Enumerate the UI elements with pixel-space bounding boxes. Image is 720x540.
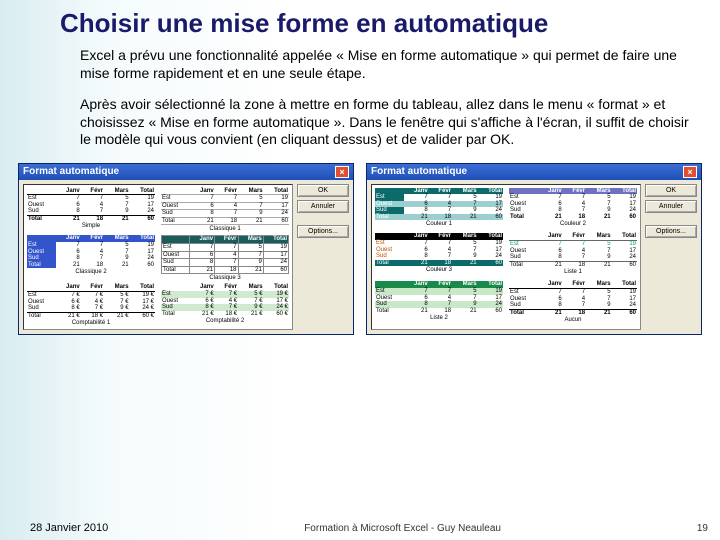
- sample-classic1[interactable]: JanvFévrMarsTotalEst77519Ouest64717Sud87…: [161, 188, 289, 233]
- sample-list1[interactable]: JanvFévrMarsTotalEst77519Ouest64717Sud87…: [509, 233, 637, 278]
- sample-color3[interactable]: JanvFévrMarsTotalEst77519Ouest64717Sud87…: [375, 233, 503, 278]
- sample-label: Couleur 1: [426, 221, 452, 227]
- footer: 28 Janvier 2010 Formation à Microsoft Ex…: [0, 522, 720, 534]
- sample-label: Liste 1: [564, 269, 582, 275]
- sample-simple[interactable]: JanvFévrMarsTotalEst77519Ouest64717Sud87…: [27, 188, 155, 233]
- dialog-title-text: Format automatique: [23, 166, 119, 177]
- sample-classic3[interactable]: JanvFévrMarsTotalEst77519Ouest64717Sud87…: [161, 235, 289, 281]
- sample-label: Comptabilité 1: [72, 320, 110, 326]
- page-title: Choisir une mise forme en automatique: [0, 0, 720, 43]
- paragraph-2: Après avoir sélectionné la zone à mettre…: [0, 92, 720, 149]
- button-column: OK Annuler Options...: [297, 184, 349, 331]
- dialog-right: Format automatique × JanvFévrMarsTotalEs…: [366, 163, 702, 336]
- sample-label: Liste 2: [430, 315, 448, 321]
- close-icon[interactable]: ×: [683, 166, 697, 178]
- sample-classic2[interactable]: JanvFévrMarsTotalEst77519Ouest64717Sud87…: [27, 235, 155, 281]
- sample-color2[interactable]: JanvFévrMarsTotalEst77519Ouest64717Sud87…: [509, 188, 637, 231]
- sample-label: Classique 1: [209, 226, 240, 232]
- footer-page: 19: [697, 523, 708, 534]
- button-column: OK Annuler Options...: [645, 184, 697, 331]
- format-grid-left[interactable]: JanvFévrMarsTotalEst77519Ouest64717Sud87…: [23, 184, 293, 331]
- sample-label: Classique 3: [209, 275, 240, 281]
- cancel-button[interactable]: Annuler: [297, 200, 349, 213]
- dialog-titlebar: Format automatique ×: [19, 164, 353, 180]
- ok-button[interactable]: OK: [297, 184, 349, 197]
- cancel-button[interactable]: Annuler: [645, 200, 697, 213]
- paragraph-1: Excel a prévu une fonctionnalité appelée…: [0, 43, 720, 82]
- close-icon[interactable]: ×: [335, 166, 349, 178]
- sample-list2[interactable]: JanvFévrMarsTotalEst77519Ouest64717Sud87…: [375, 281, 503, 326]
- sample-comp2[interactable]: JanvFévrMarsTotalEst7 €7 €5 €19 €Ouest6 …: [161, 284, 289, 326]
- sample-none[interactable]: JanvFévrMarsTotalEst77519Ouest64717Sud87…: [509, 281, 637, 326]
- sample-color1[interactable]: JanvFévrMarsTotalEst77519Ouest64717Sud87…: [375, 188, 503, 231]
- footer-center: Formation à Microsoft Excel - Guy Neaule…: [304, 523, 501, 534]
- footer-date: 28 Janvier 2010: [30, 522, 108, 534]
- dialogs-row: Format automatique × JanvFévrMarsTotalEs…: [0, 149, 720, 336]
- dialog-title-text: Format automatique: [371, 166, 467, 177]
- sample-label: Aucun: [564, 317, 581, 323]
- dialog-titlebar: Format automatique ×: [367, 164, 701, 180]
- sample-comp1[interactable]: JanvFévrMarsTotalEst7 €7 €5 €19 €Ouest6 …: [27, 284, 155, 326]
- sample-label: Couleur 3: [426, 267, 452, 273]
- ok-button[interactable]: OK: [645, 184, 697, 197]
- options-button[interactable]: Options...: [297, 225, 349, 238]
- sample-label: Comptabilité 2: [206, 318, 244, 324]
- dialog-left: Format automatique × JanvFévrMarsTotalEs…: [18, 163, 354, 336]
- sample-label: Simple: [82, 223, 100, 229]
- options-button[interactable]: Options...: [645, 225, 697, 238]
- sample-label: Classique 2: [75, 269, 106, 275]
- format-grid-right[interactable]: JanvFévrMarsTotalEst77519Ouest64717Sud87…: [371, 184, 641, 331]
- sample-label: Couleur 2: [560, 221, 586, 227]
